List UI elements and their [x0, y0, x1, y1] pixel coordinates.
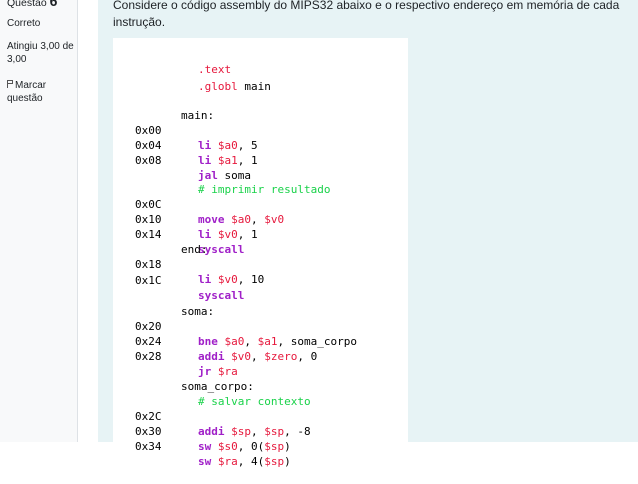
- code-opcode: sw: [198, 455, 212, 468]
- code-text: ,: [244, 335, 258, 348]
- code-opcode: jal: [198, 169, 218, 182]
- question-grade: Atingiu 3,00 de 3,00: [7, 41, 74, 65]
- code-opcode: li: [198, 154, 212, 167]
- code-text: , soma_corpo: [277, 335, 357, 348]
- code-line: soma:: [113, 289, 214, 318]
- code-text: ): [284, 455, 291, 468]
- code-address: 0x34: [135, 440, 162, 453]
- code-line: 0x2C addi $sp, $sp, -8: [113, 394, 311, 438]
- code-line: 0x34 sw $ra, 4($sp): [113, 424, 291, 468]
- code-register: $sp: [231, 425, 251, 438]
- code-line: soma_corpo:: [113, 364, 254, 393]
- code-opcode: addi: [198, 350, 225, 363]
- code-register: $ra: [217, 365, 238, 378]
- code-directive: .text: [198, 63, 232, 76]
- code-register: $v0: [231, 350, 251, 363]
- code-text: , 4(: [237, 455, 265, 468]
- code-opcode: jr: [198, 365, 212, 378]
- code-line: 0x08 jal soma: [113, 138, 251, 182]
- code-register: $ra: [217, 455, 238, 468]
- code-comment: # imprimir resultado: [198, 183, 331, 196]
- code-opcode: move: [198, 213, 225, 226]
- code-register: $a1: [217, 154, 238, 167]
- code-address: 0x1C: [135, 274, 162, 287]
- code-register: $sp: [264, 455, 285, 468]
- code-text: ,: [251, 350, 265, 363]
- code-label: main:: [181, 109, 215, 122]
- code-line: 0x20 bne $a0, $a1, soma_corpo: [113, 304, 357, 348]
- flag-question-link[interactable]: Marcar questão: [7, 79, 77, 105]
- code-text: , 1: [237, 228, 258, 241]
- code-directive: .globl: [198, 80, 238, 93]
- question-state: Correto: [7, 18, 41, 29]
- code-text: main: [237, 80, 271, 93]
- code-label: end:: [181, 243, 208, 256]
- question-number: Questão 6: [7, 0, 77, 10]
- code-opcode: li: [198, 228, 212, 241]
- code-register: $sp: [264, 425, 285, 438]
- code-register: $a0: [231, 213, 251, 226]
- code-text: soma: [217, 169, 251, 182]
- code-line: main:: [113, 93, 214, 122]
- code-register: $v0: [217, 228, 238, 241]
- code-text: ,: [251, 213, 265, 226]
- code-block: .text .globl main main: 0x00 li $a0, 5 0…: [113, 38, 408, 468]
- code-line: 0x24 addi $v0, $zero, 0: [113, 319, 317, 363]
- code-register: $a1: [257, 335, 278, 348]
- code-text: , 10: [237, 273, 265, 286]
- code-register: $v0: [217, 273, 238, 286]
- code-text: , 5: [237, 139, 258, 152]
- code-line: 0x28 jr $ra: [113, 334, 238, 378]
- code-opcode: bne: [198, 335, 218, 348]
- code-line: 0x10 li $v0, 1: [113, 197, 258, 241]
- question-text: Considere o código assembly do MIPS32 ab…: [113, 0, 620, 29]
- code-address: 0x28: [135, 350, 162, 363]
- question-info-panel: Questão 6 Correto Atingiu 3,00 de 3,00 M…: [0, 0, 78, 442]
- code-line: 0x04 li $a1, 1: [113, 123, 258, 167]
- code-line: 0x18 li $v0, 10: [113, 242, 264, 286]
- code-opcode: li: [198, 273, 212, 286]
- code-line: 0x00 li $a0, 5: [113, 108, 258, 152]
- code-opcode: addi: [198, 425, 225, 438]
- code-address: 0x08: [135, 154, 162, 167]
- code-text: , 1: [237, 154, 258, 167]
- code-text: ,: [251, 425, 265, 438]
- code-line: 0x0C move $a0, $v0: [113, 182, 284, 226]
- code-register: $a0: [217, 139, 238, 152]
- question-number-value: 6: [49, 0, 58, 9]
- code-line: .text: [113, 47, 231, 76]
- question-content: Considere o código assembly do MIPS32 ab…: [98, 0, 638, 468]
- code-text: , 0: [297, 350, 318, 363]
- code-line: end:: [113, 227, 208, 256]
- code-label: soma_corpo:: [181, 380, 254, 393]
- code-line: .globl main: [113, 64, 271, 93]
- code-opcode: li: [198, 139, 212, 152]
- code-line: 0x1C syscall: [113, 258, 244, 302]
- code-line: 0x14 syscall: [113, 212, 244, 256]
- code-register: $v0: [264, 213, 285, 226]
- code-register: $a0: [224, 335, 245, 348]
- code-opcode: syscall: [198, 289, 245, 302]
- code-line: # salvar contexto: [113, 379, 311, 408]
- question-label: Questão: [7, 0, 47, 9]
- code-line: 0x30 sw $s0, 0($sp): [113, 409, 291, 453]
- code-register: $zero: [264, 350, 298, 363]
- flag-icon: [7, 80, 13, 88]
- code-text: , -8: [284, 425, 311, 438]
- code-label: soma:: [181, 305, 215, 318]
- code-comment: # salvar contexto: [198, 395, 311, 408]
- code-line: # imprimir resultado: [113, 167, 330, 196]
